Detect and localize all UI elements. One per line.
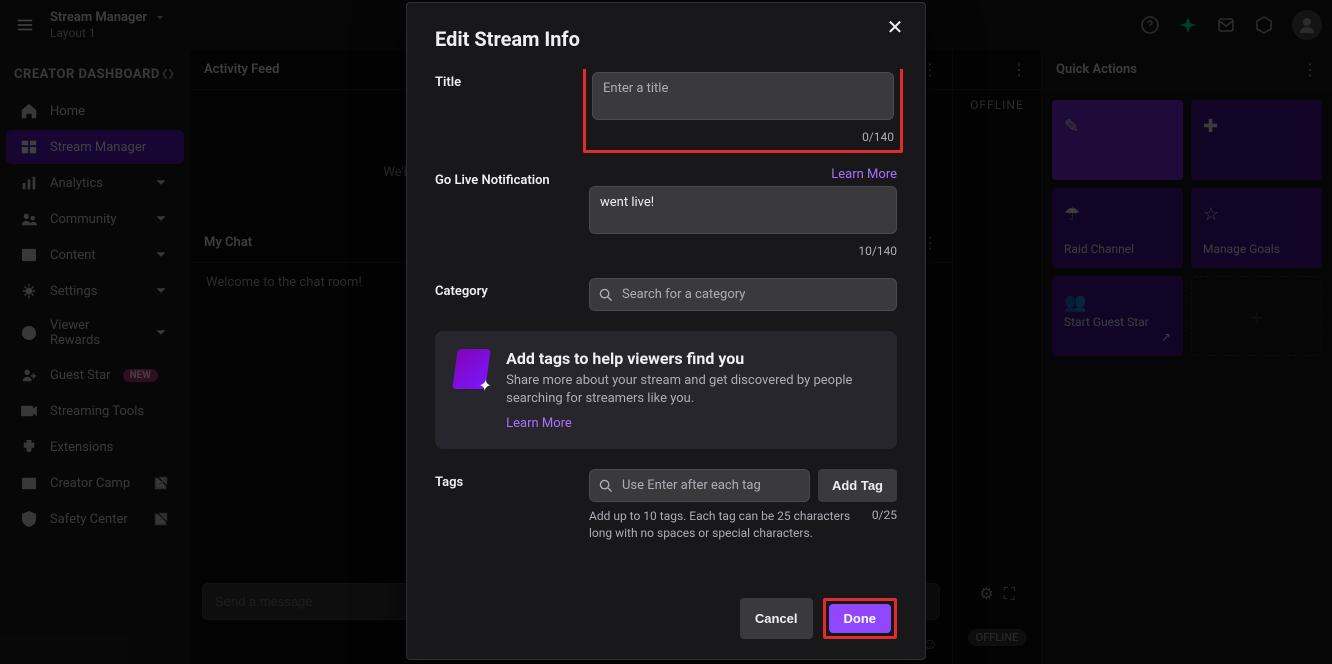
close-icon[interactable]: ✕ [881, 13, 909, 41]
promo-title: Add tags to help viewers find you [506, 349, 877, 368]
promo-body: Share more about your stream and get dis… [506, 372, 877, 408]
title-counter: 0/140 [592, 130, 894, 144]
modal-title: Edit Stream Info [407, 3, 925, 69]
add-tag-button[interactable]: Add Tag [818, 469, 897, 502]
title-label: Title [435, 69, 565, 147]
search-icon [599, 288, 613, 302]
golive-input[interactable]: went live! [589, 186, 897, 234]
title-input[interactable] [592, 72, 894, 120]
golive-learn-more-link[interactable]: Learn More [831, 167, 897, 182]
golive-counter: 10/140 [589, 244, 897, 258]
promo-learn-more-link[interactable]: Learn More [506, 416, 572, 431]
tags-label: Tags [435, 469, 565, 542]
tags-promo-card: Add tags to help viewers find you Share … [435, 331, 897, 449]
cancel-button[interactable]: Cancel [740, 598, 813, 639]
edit-stream-info-modal: ✕ Edit Stream Info Title 0/140 Go Live N… [406, 2, 926, 660]
tags-input[interactable] [589, 469, 810, 502]
search-icon [599, 479, 613, 493]
done-button[interactable]: Done [829, 604, 892, 633]
category-search-input[interactable] [589, 278, 897, 311]
promo-image-icon [452, 349, 491, 389]
tags-counter: 0/25 [872, 508, 897, 542]
golive-label: Go Live Notification [435, 173, 550, 188]
category-label: Category [435, 278, 565, 311]
tags-help-text: Add up to 10 tags. Each tag can be 25 ch… [589, 508, 852, 542]
